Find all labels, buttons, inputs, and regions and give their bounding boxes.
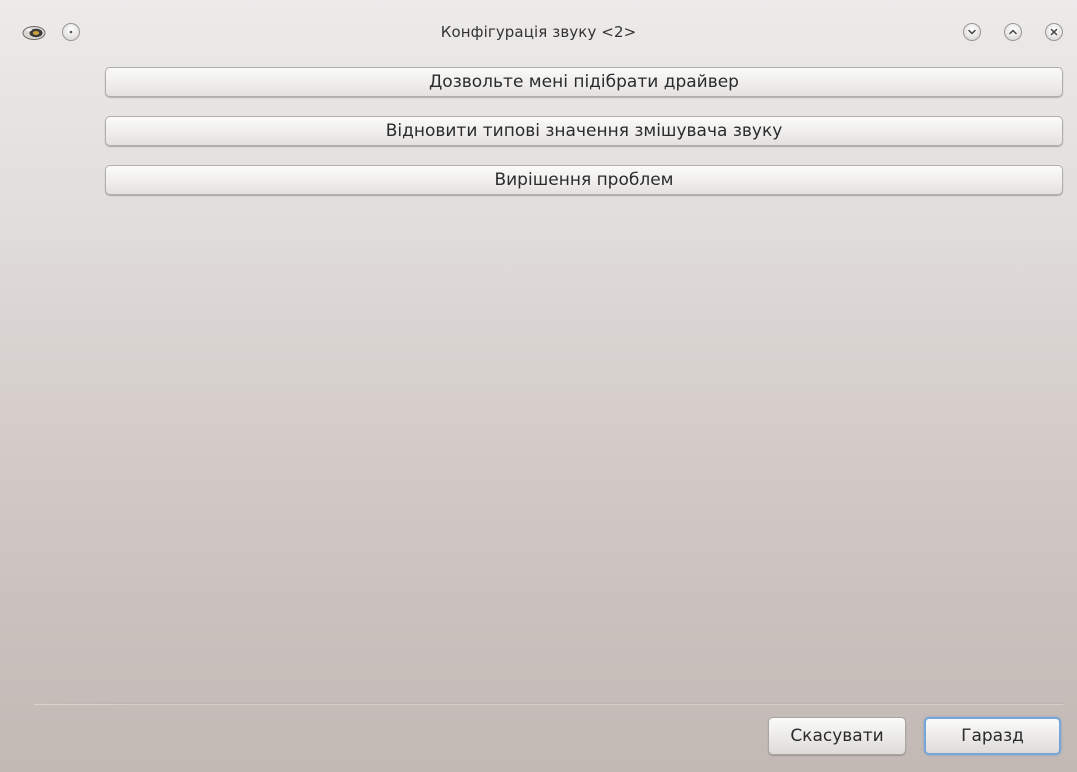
choose-driver-button[interactable]: Дозвольте мені підібрати драйвер	[105, 67, 1063, 97]
footer-separator	[34, 702, 1063, 705]
close-icon[interactable]	[1045, 23, 1063, 41]
titlebar[interactable]: Конфігурація звуку <2>	[0, 0, 1077, 62]
cancel-button[interactable]: Скасувати	[768, 717, 906, 755]
sound-config-dialog: Конфігурація звуку <2> Дозвольте мені пі…	[0, 0, 1077, 772]
troubleshooting-button[interactable]: Вирішення проблем	[105, 165, 1063, 195]
chevron-up-icon[interactable]	[1004, 23, 1022, 41]
ok-button[interactable]: Гаразд	[924, 717, 1061, 755]
window-title: Конфігурація звуку <2>	[440, 23, 637, 41]
chevron-down-icon[interactable]	[963, 23, 981, 41]
reset-mixer-button[interactable]: Відновити типові значення змішувача звук…	[105, 116, 1063, 146]
